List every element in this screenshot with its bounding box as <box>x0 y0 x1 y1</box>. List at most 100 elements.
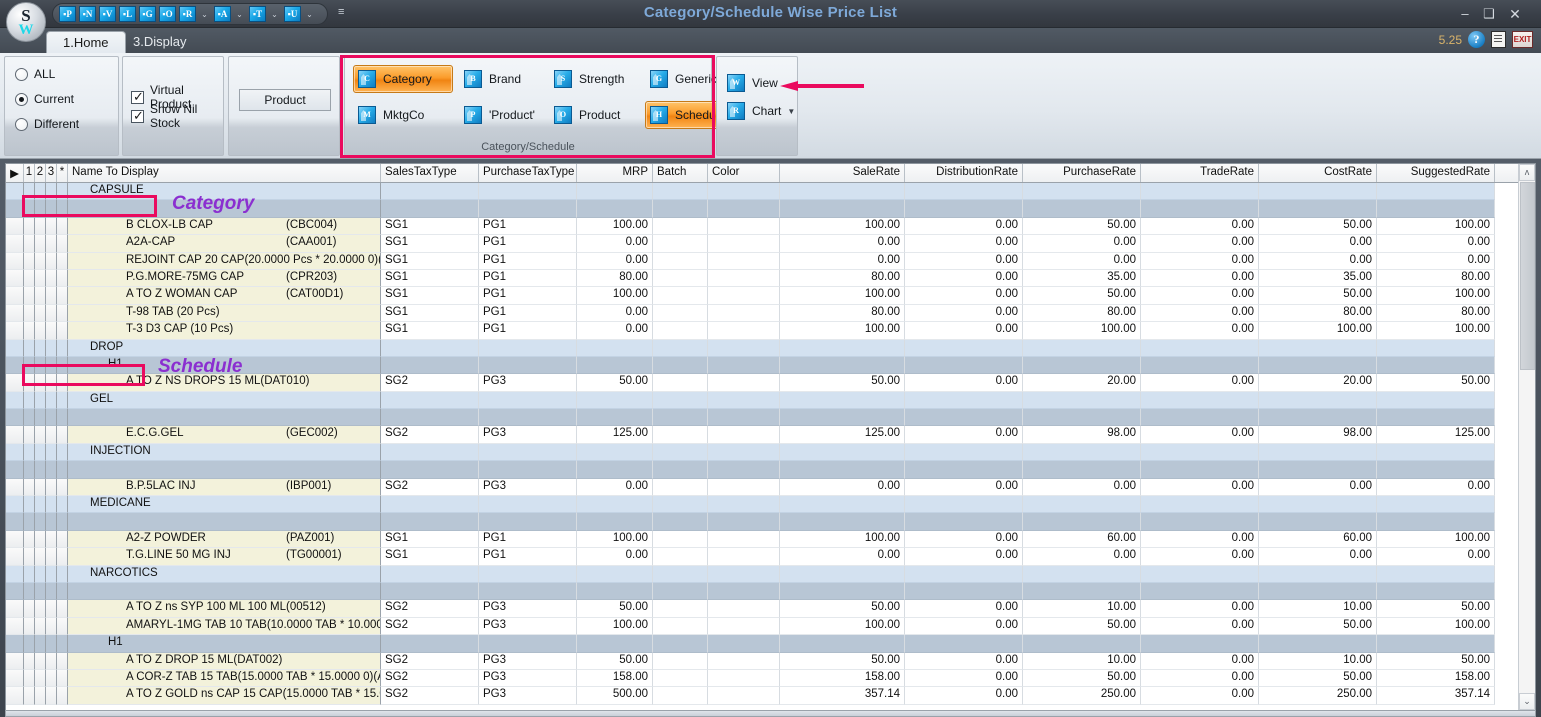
exit-button[interactable]: EXIT <box>1512 31 1533 48</box>
grid-header-cell[interactable]: 2 <box>35 164 46 182</box>
table-row[interactable]: NARCOTICS <box>6 565 1535 583</box>
table-row[interactable]: AMARYL-1MG TAB 10 TAB(10.0000 TAB * 10.0… <box>6 617 1535 636</box>
table-row[interactable]: GEL <box>6 391 1535 410</box>
cell-index <box>46 322 57 340</box>
table-row[interactable]: B.P.5LAC INJ (IBP001) SG2 PG3 0.00 0.00 0.00 0.… <box>6 478 1535 497</box>
table-row[interactable]: H1 <box>6 356 1535 375</box>
quick-access-icon-r[interactable]: ▪R <box>179 6 196 22</box>
product-button[interactable]: Product <box>239 89 331 111</box>
grid-header-cell[interactable]: Batch <box>653 164 708 182</box>
help-icon[interactable]: ? <box>1468 31 1485 48</box>
grid-header-cell[interactable]: ▶ <box>6 164 24 182</box>
table-row[interactable]: A TO Z WOMAN CAP (CAT00D1) SG1 PG1 100.00 100… <box>6 287 1535 305</box>
document-icon[interactable] <box>1491 31 1506 48</box>
grid-header-cell[interactable]: TradeRate <box>1141 164 1259 182</box>
ribbon-button-category[interactable]: C Category <box>353 65 453 93</box>
table-row[interactable]: A2A-CAP (CAA001) SG1 PG1 0.00 0.00 0.00 0.00 0.0… <box>6 235 1535 253</box>
grid-header-cell[interactable]: SalesTaxType <box>381 164 479 182</box>
grid-header-cell[interactable]: SaleRate <box>780 164 905 182</box>
chart-button[interactable]: R Chart ▼ <box>727 99 795 123</box>
cell-purchase_tax <box>479 513 577 531</box>
scroll-down-arrow-icon[interactable]: ⌄ <box>1519 693 1535 710</box>
cell-purchase_rate <box>1023 565 1141 583</box>
quick-access-icon-n[interactable]: ▪N <box>79 6 96 22</box>
app-logo[interactable]: S W <box>6 2 46 42</box>
quick-access-caret-icon-t[interactable]: ⌄ <box>269 10 280 19</box>
maximize-button[interactable]: ❑ <box>1481 6 1497 22</box>
table-row[interactable] <box>6 461 1535 479</box>
grid-header-cell[interactable]: CostRate <box>1259 164 1377 182</box>
grid-header-cell[interactable]: PurchaseRate <box>1023 164 1141 182</box>
quick-access-caret-icon-r[interactable]: ⌄ <box>199 10 210 19</box>
grid-header-cell[interactable]: SuggestedRate <box>1377 164 1495 182</box>
view-button[interactable]: W View <box>727 71 778 95</box>
quick-access-icon-p[interactable]: ▪P <box>59 6 76 22</box>
checkbox-show-nil-stock[interactable]: Show Nil Stock <box>131 102 223 130</box>
table-row[interactable]: A COR-Z TAB 15 TAB(15.0000 TAB * 15.0000… <box>6 669 1535 688</box>
minimize-button[interactable]: – <box>1457 6 1473 22</box>
radio-different[interactable]: Different <box>15 117 79 131</box>
table-row[interactable] <box>6 409 1535 427</box>
table-row[interactable] <box>6 513 1535 531</box>
quick-access-caret-icon-a[interactable]: ⌄ <box>234 10 245 19</box>
table-row[interactable]: T.G.LINE 50 MG INJ (TG00001) SG1 PG1 0.00 0.0… <box>6 548 1535 566</box>
table-row[interactable]: A2-Z POWDER (PAZ001) SG1 PG1 100.00 100.00 0.0… <box>6 530 1535 549</box>
tab-display[interactable]: 3.Display <box>117 31 202 54</box>
cell-purchase_tax: PG1 <box>479 269 577 288</box>
ribbon-button-product-quoted[interactable]: P 'Product' <box>459 101 549 129</box>
cell-purchase_rate <box>1023 513 1141 531</box>
quick-access-icon-l[interactable]: ▪L <box>119 6 136 22</box>
table-row[interactable]: REJOINT CAP 20 CAP(20.0000 Pcs * 20.0000… <box>6 252 1535 270</box>
cell-index <box>24 217 35 236</box>
grid-header-cell[interactable]: MRP <box>577 164 653 182</box>
grid-header-cell[interactable]: DistributionRate <box>905 164 1023 182</box>
cell-purchase_rate <box>1023 635 1141 653</box>
vertical-scrollbar[interactable]: ʌ ⌄ <box>1518 164 1535 710</box>
table-row[interactable]: A TO Z ns SYP 100 ML 100 ML(00512) SG2 PG3… <box>6 600 1535 618</box>
radio-all[interactable]: ALL <box>15 67 55 81</box>
table-row[interactable]: B CLOX-LB CAP (CBC004) SG1 PG1 100.00 100.00 0… <box>6 217 1535 236</box>
scroll-up-arrow-icon[interactable]: ʌ <box>1519 164 1535 181</box>
table-row[interactable]: CAPSULE <box>6 183 1535 201</box>
ribbon-button-mktgco[interactable]: M MktgCo <box>353 101 453 129</box>
cell-index <box>35 217 46 236</box>
grid-header-cell[interactable]: * <box>57 164 68 182</box>
ribbon-button-brand[interactable]: B Brand <box>459 65 549 93</box>
quick-access-overflow-icon[interactable]: ≡ <box>338 6 344 18</box>
table-row[interactable]: INJECTION <box>6 443 1535 462</box>
quick-access-icon-u[interactable]: ▪U <box>284 6 301 22</box>
table-row[interactable]: E.C.G.GEL (GEC002) SG2 PG3 125.00 125.00 0.00 9… <box>6 426 1535 444</box>
table-row[interactable]: P.G.MORE-75MG CAP (CPR203) SG1 PG1 80.00 80.0… <box>6 269 1535 288</box>
quick-access-icon-g[interactable]: ▪G <box>139 6 156 22</box>
radio-current[interactable]: Current <box>15 92 74 106</box>
table-row[interactable]: T-3 D3 CAP (10 Pcs) SG1 PG1 0.00 100.00 0.00 1… <box>6 322 1535 340</box>
quick-access-icon-v[interactable]: ▪V <box>99 6 116 22</box>
table-row[interactable]: H1 <box>6 635 1535 653</box>
tab-home[interactable]: 1.Home <box>46 31 126 54</box>
quick-access-icon-a[interactable]: ▪A <box>214 6 231 22</box>
table-row[interactable] <box>6 200 1535 218</box>
quick-access-caret-icon-u[interactable]: ⌄ <box>304 10 315 19</box>
ribbon-button-strength[interactable]: S Strength <box>549 65 645 93</box>
cell-sale_rate <box>780 582 905 601</box>
vertical-scrollbar-thumb[interactable] <box>1520 182 1535 370</box>
table-row[interactable]: A TO Z NS DROPS 15 ML(DAT010) SG2 PG3 50.00… <box>6 374 1535 392</box>
close-button[interactable]: ✕ <box>1507 6 1523 22</box>
grid-header-cell[interactable]: Name To Display <box>68 164 381 182</box>
table-row[interactable] <box>6 582 1535 601</box>
quick-access-icon-t[interactable]: ▪T <box>249 6 266 22</box>
chart-dropdown-caret-icon[interactable]: ▼ <box>787 107 795 116</box>
grid-header-cell[interactable]: 1 <box>24 164 35 182</box>
cell-suggested_rate: 50.00 <box>1377 600 1495 618</box>
cell-suggested_rate <box>1377 339 1495 357</box>
table-row[interactable]: DROP <box>6 339 1535 357</box>
table-row[interactable]: A TO Z GOLD ns CAP 15 CAP(15.0000 TAB * … <box>6 687 1535 705</box>
quick-access-icon-o[interactable]: ▪O <box>159 6 176 22</box>
table-row[interactable]: A TO Z DROP 15 ML(DAT002) SG2 PG3 50.00 50.0… <box>6 652 1535 670</box>
grid-header-cell[interactable]: PurchaseTaxType <box>479 164 577 182</box>
table-row[interactable]: T-98 TAB (20 Pcs) SG1 PG1 0.00 80.00 0.00 80.0… <box>6 304 1535 323</box>
grid-header-cell[interactable]: Color <box>708 164 780 182</box>
ribbon-button-product[interactable]: O Product <box>549 101 645 129</box>
table-row[interactable]: MEDICANE <box>6 496 1535 514</box>
grid-header-cell[interactable]: 3 <box>46 164 57 182</box>
